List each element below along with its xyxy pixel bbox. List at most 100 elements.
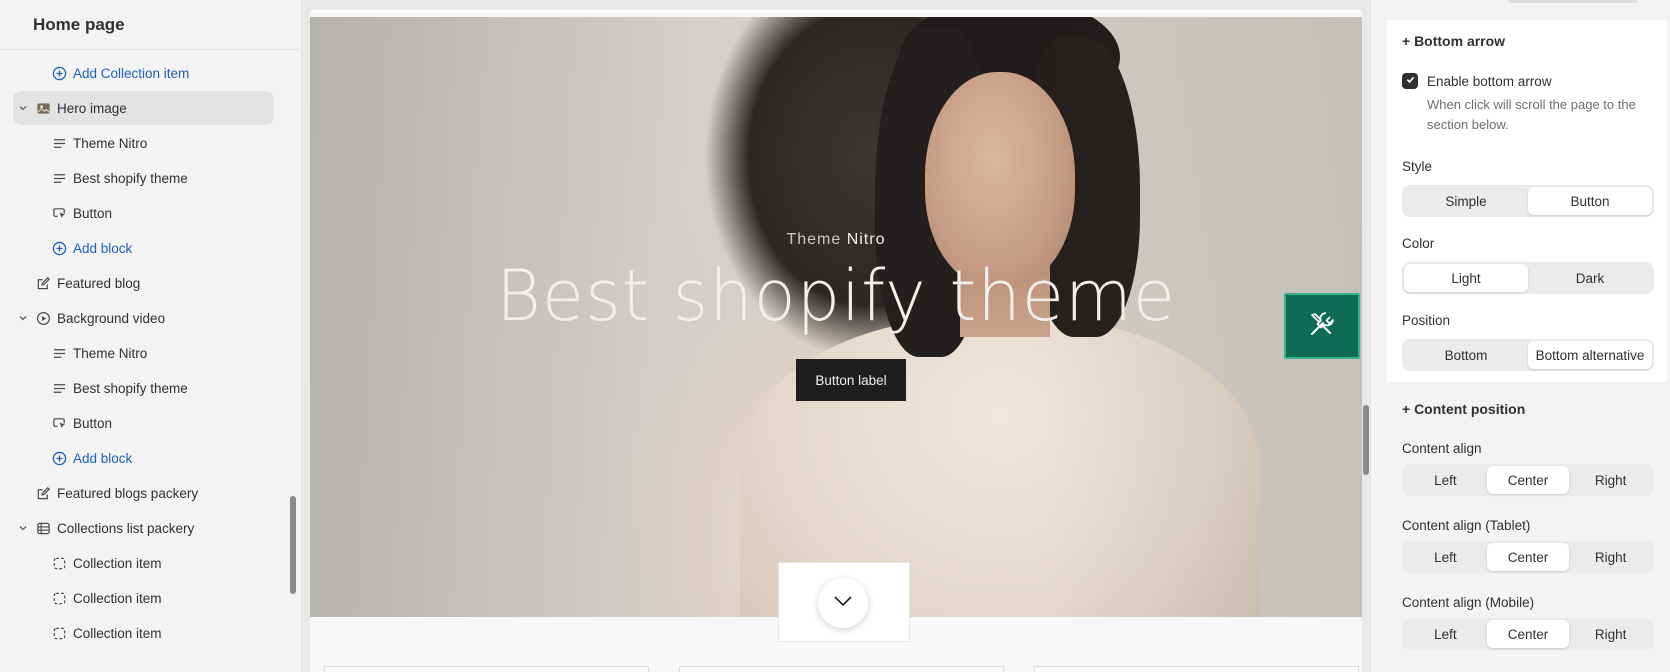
add-circle-icon bbox=[51, 65, 67, 81]
tree-item-label: Theme Nitro bbox=[73, 135, 148, 151]
section-collections-list-packery[interactable]: Collections list packery bbox=[0, 511, 290, 545]
content-align-mobile-center[interactable]: Center bbox=[1486, 620, 1570, 648]
next-section-cards bbox=[324, 666, 1359, 672]
collection-list-icon bbox=[35, 520, 51, 536]
hero-subtitle-dim: Theme bbox=[786, 231, 842, 248]
block-button[interactable]: Button bbox=[0, 406, 290, 440]
enable-bottom-arrow-checkbox[interactable] bbox=[1402, 73, 1418, 89]
tools-icon bbox=[1307, 309, 1337, 344]
tree-item-label: Add Collection item bbox=[73, 65, 190, 81]
position-segmented-control: Bottom Bottom alternative bbox=[1402, 339, 1654, 371]
settings-panel: + Bottom arrow Enable bottom arrow When … bbox=[1370, 0, 1670, 672]
chevron-down-icon[interactable] bbox=[17, 522, 29, 534]
hero-image-section[interactable]: Theme Nitro Best shopify theme Button la… bbox=[310, 17, 1362, 617]
block-button[interactable]: Button bbox=[0, 196, 290, 230]
color-segmented-control: Light Dark bbox=[1402, 262, 1654, 294]
preview-scrollbar[interactable] bbox=[1363, 405, 1369, 475]
hero-title: Best shopify theme bbox=[496, 255, 1176, 337]
tree-item-label: Best shopify theme bbox=[73, 380, 188, 396]
style-label: Style bbox=[1402, 159, 1433, 174]
button-cursor-icon bbox=[51, 415, 67, 431]
content-align-segmented-control: Left Center Right bbox=[1402, 464, 1654, 496]
content-align-center[interactable]: Center bbox=[1486, 466, 1570, 494]
section-tree: Add Collection item Hero image Theme Nit… bbox=[0, 55, 290, 651]
chevron-down-icon bbox=[833, 594, 853, 612]
content-align-label: Content align bbox=[1402, 441, 1482, 456]
tree-item-label: Collection item bbox=[73, 555, 162, 571]
content-align-tablet-right[interactable]: Right bbox=[1569, 543, 1652, 571]
block-heading[interactable]: Best shopify theme bbox=[0, 371, 290, 405]
add-block-button[interactable]: Add block bbox=[0, 231, 290, 265]
block-text[interactable]: Theme Nitro bbox=[0, 126, 290, 160]
position-option-bottom[interactable]: Bottom bbox=[1404, 341, 1528, 369]
color-label: Color bbox=[1402, 236, 1435, 251]
tree-item-label: Collection item bbox=[73, 625, 162, 641]
add-circle-icon bbox=[51, 240, 67, 256]
image-icon bbox=[35, 100, 51, 116]
section-featured-blog[interactable]: Featured blog bbox=[0, 266, 290, 300]
sidebar-header: Home page bbox=[0, 0, 301, 50]
tree-item-label: Add block bbox=[73, 240, 133, 256]
dashed-square-icon bbox=[51, 625, 67, 641]
position-label: Position bbox=[1402, 313, 1451, 328]
content-align-left[interactable]: Left bbox=[1404, 466, 1487, 494]
section-background-video[interactable]: Background video bbox=[0, 301, 290, 335]
tree-item-label: Featured blog bbox=[57, 275, 141, 291]
text-lines-icon bbox=[51, 170, 67, 186]
tree-item-label: Button bbox=[73, 205, 113, 221]
content-align-tablet-center[interactable]: Center bbox=[1486, 543, 1570, 571]
blog-edit-icon bbox=[35, 275, 51, 291]
theme-tools-button[interactable] bbox=[1284, 293, 1360, 359]
content-align-tablet-left[interactable]: Left bbox=[1404, 543, 1487, 571]
tree-item-label: Featured blogs packery bbox=[57, 485, 199, 501]
color-option-dark[interactable]: Dark bbox=[1528, 264, 1652, 292]
chevron-down-icon[interactable] bbox=[17, 312, 29, 324]
content-align-right[interactable]: Right bbox=[1569, 466, 1652, 494]
section-hero-image[interactable]: Hero image bbox=[13, 91, 274, 125]
position-option-bottom-alternative[interactable]: Bottom alternative bbox=[1528, 341, 1652, 369]
text-lines-icon bbox=[51, 345, 67, 361]
block-heading[interactable]: Best shopify theme bbox=[0, 161, 290, 195]
block-collection-item[interactable]: Collection item bbox=[0, 546, 290, 580]
tree-item-label: Hero image bbox=[57, 100, 127, 116]
content-position-heading[interactable]: + Content position bbox=[1402, 401, 1525, 417]
hero-subtitle-bright: Nitro bbox=[846, 231, 886, 248]
page-title: Home page bbox=[33, 14, 125, 34]
theme-preview: Theme Nitro Best shopify theme Button la… bbox=[302, 0, 1370, 672]
hero-subtitle: Theme Nitro bbox=[310, 231, 1362, 249]
tree-item-label: Best shopify theme bbox=[73, 170, 188, 186]
color-option-light[interactable]: Light bbox=[1404, 264, 1528, 292]
bottom-arrow-box bbox=[779, 563, 909, 641]
style-option-simple[interactable]: Simple bbox=[1404, 187, 1528, 215]
add-collection-item-button[interactable]: Add Collection item bbox=[0, 56, 290, 90]
tree-item-label: Background video bbox=[57, 310, 166, 326]
content-align-mobile-left[interactable]: Left bbox=[1404, 620, 1487, 648]
add-block-button[interactable]: Add block bbox=[0, 441, 290, 475]
text-lines-icon bbox=[51, 380, 67, 396]
bottom-arrow-settings-card: + Bottom arrow Enable bottom arrow When … bbox=[1387, 20, 1667, 382]
content-align-mobile-segmented-control: Left Center Right bbox=[1402, 618, 1654, 650]
content-align-mobile-right[interactable]: Right bbox=[1569, 620, 1652, 648]
block-collection-item[interactable]: Collection item bbox=[0, 616, 290, 650]
blog-edit-icon bbox=[35, 485, 51, 501]
enable-bottom-arrow-help: When click will scroll the page to the s… bbox=[1427, 97, 1636, 132]
style-segmented-control: Simple Button bbox=[1402, 185, 1654, 217]
enable-bottom-arrow-label[interactable]: Enable bottom arrow bbox=[1427, 74, 1552, 89]
add-circle-icon bbox=[51, 450, 67, 466]
block-collection-item[interactable]: Collection item bbox=[0, 581, 290, 615]
tree-item-label: Theme Nitro bbox=[73, 345, 148, 361]
dashed-square-icon bbox=[51, 555, 67, 571]
content-align-tablet-segmented-control: Left Center Right bbox=[1402, 541, 1654, 573]
chevron-down-icon[interactable] bbox=[17, 102, 29, 114]
button-cursor-icon bbox=[51, 205, 67, 221]
bottom-arrow-heading[interactable]: + Bottom arrow bbox=[1402, 33, 1505, 49]
bottom-arrow-button[interactable] bbox=[818, 578, 868, 628]
section-featured-blogs-packery[interactable]: Featured blogs packery bbox=[0, 476, 290, 510]
style-option-button[interactable]: Button bbox=[1528, 187, 1652, 215]
block-text[interactable]: Theme Nitro bbox=[0, 336, 290, 370]
dashed-square-icon bbox=[51, 590, 67, 606]
tree-item-label: Add block bbox=[73, 450, 133, 466]
hero-button[interactable]: Button label bbox=[796, 359, 906, 401]
sidebar-scrollbar[interactable] bbox=[290, 496, 296, 594]
text-lines-icon bbox=[51, 135, 67, 151]
